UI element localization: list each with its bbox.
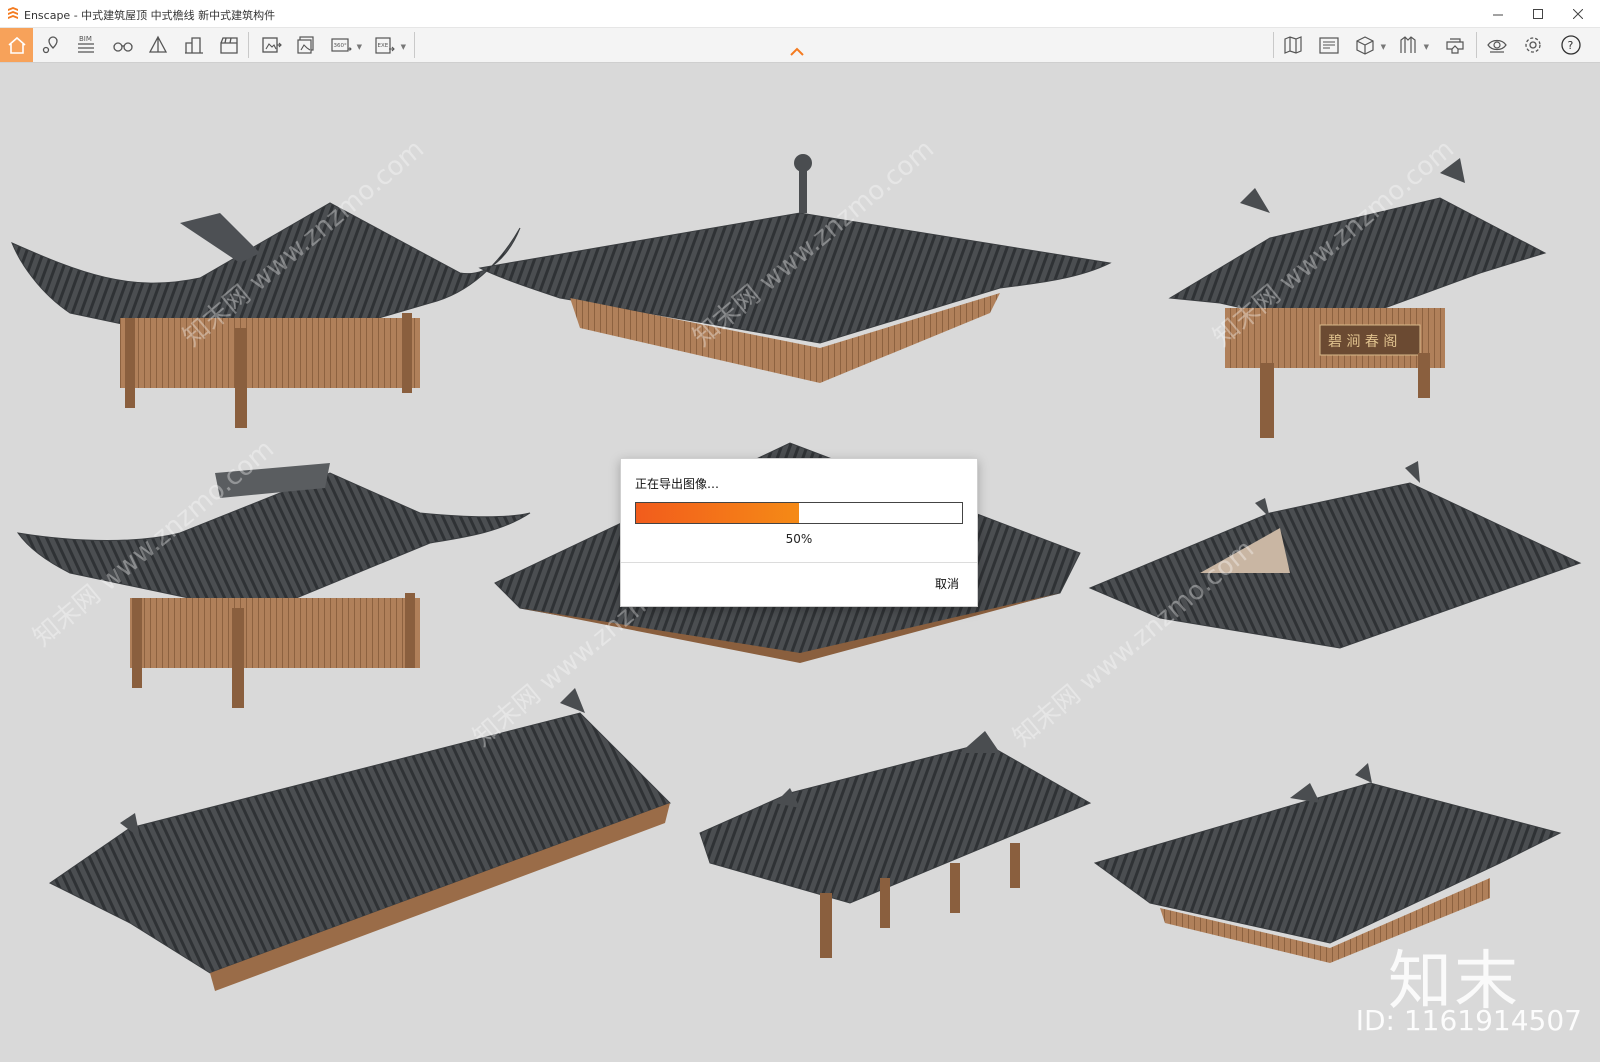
roof-model-7[interactable]: [49, 688, 671, 991]
title-bar: Enscape - 中式建筑屋顶 中式檐线 新中式建筑构件: [0, 0, 1600, 28]
progress-bar-fill: [636, 503, 799, 523]
binoculars-button[interactable]: [108, 31, 138, 59]
export-progress-dialog: 正在导出图像… 50% 取消: [620, 458, 978, 607]
views-button[interactable]: [36, 31, 66, 59]
binoculars-icon: [113, 42, 133, 52]
export-progress-bar: [635, 502, 963, 524]
help-label: ?: [1568, 39, 1574, 52]
asset-library-icon: [1319, 37, 1339, 54]
collapse-toolbar-icon[interactable]: [790, 47, 804, 57]
chevron-down-icon[interactable]: ▼: [357, 43, 362, 51]
bim-button[interactable]: BIM: [71, 31, 101, 59]
perspective-button[interactable]: [143, 31, 173, 59]
toolbar-separator: [1476, 32, 1477, 58]
progress-percent: 50%: [785, 532, 813, 546]
vr-button[interactable]: [1440, 31, 1470, 59]
exe-label: EXE: [378, 43, 389, 49]
toolbar: BIM 360° ▼ EXE ▼ ▼ ▼ ?: [0, 28, 1600, 63]
render-screenshot-icon: [262, 37, 282, 53]
perspective-icon: [148, 35, 168, 53]
bim-icon: BIM: [78, 35, 94, 53]
bim-label: BIM: [79, 35, 92, 43]
home-icon: [7, 36, 26, 54]
video-editor-button[interactable]: [214, 31, 244, 59]
export-exe-button[interactable]: EXE ▼: [370, 31, 406, 59]
cancel-button[interactable]: 取消: [935, 575, 959, 592]
location-pin-icon: [42, 36, 58, 54]
dialog-divider: [621, 562, 977, 563]
minimize-button[interactable]: [1478, 0, 1518, 27]
material-editor-button[interactable]: ▼: [1393, 31, 1429, 59]
map-icon: [1284, 36, 1302, 54]
maximize-icon: [1533, 8, 1543, 19]
chevron-down-icon[interactable]: ▼: [1381, 43, 1386, 51]
toolbar-separator: [414, 32, 415, 58]
cube-button[interactable]: ▼: [1350, 31, 1386, 59]
toolbar-separator: [1273, 32, 1274, 58]
panorama-label: 360°: [334, 43, 347, 49]
enscape-logo-icon: [8, 7, 18, 19]
home-button[interactable]: [0, 28, 33, 62]
map-button[interactable]: [1278, 31, 1308, 59]
sign-board-text: 碧 涧 春 阁: [1328, 334, 1397, 350]
window-title: Enscape - 中式建筑屋顶 中式檐线 新中式建筑构件: [24, 9, 276, 22]
settings-button[interactable]: [1518, 31, 1548, 59]
asset-library-button[interactable]: [1314, 31, 1344, 59]
toolbar-separator: [248, 32, 249, 58]
export-exe-icon: EXE: [375, 37, 395, 54]
help-icon: ?: [1561, 35, 1581, 55]
panorama-button[interactable]: 360° ▼: [326, 31, 362, 59]
clapperboard-icon: [220, 37, 238, 54]
buildings-icon: [185, 37, 203, 54]
roof-model-1[interactable]: [11, 202, 521, 428]
batch-render-icon: [297, 36, 314, 54]
close-icon: [1573, 8, 1583, 19]
help-button[interactable]: ?: [1556, 31, 1586, 59]
chevron-down-icon[interactable]: ▼: [401, 43, 406, 51]
close-button[interactable]: [1558, 0, 1598, 27]
visual-settings-button[interactable]: [1482, 31, 1512, 59]
settings-icon: [1525, 37, 1541, 53]
chevron-down-icon[interactable]: ▼: [1424, 43, 1429, 51]
material-icon: [1400, 36, 1416, 53]
buildings-button[interactable]: [179, 31, 209, 59]
render-screenshot-button[interactable]: [256, 31, 286, 59]
cube-icon: [1356, 36, 1374, 55]
minimize-icon: [1493, 14, 1503, 15]
maximize-button[interactable]: [1518, 0, 1558, 27]
roof-model-8[interactable]: [699, 731, 1092, 958]
eye-icon: [1487, 39, 1507, 53]
panorama-360-icon: 360°: [331, 38, 352, 52]
dialog-message: 正在导出图像…: [635, 477, 720, 491]
vr-headset-icon: [1446, 38, 1464, 54]
batch-render-button[interactable]: [291, 31, 321, 59]
image-id-watermark: ID: 1161914507: [1355, 1004, 1582, 1037]
